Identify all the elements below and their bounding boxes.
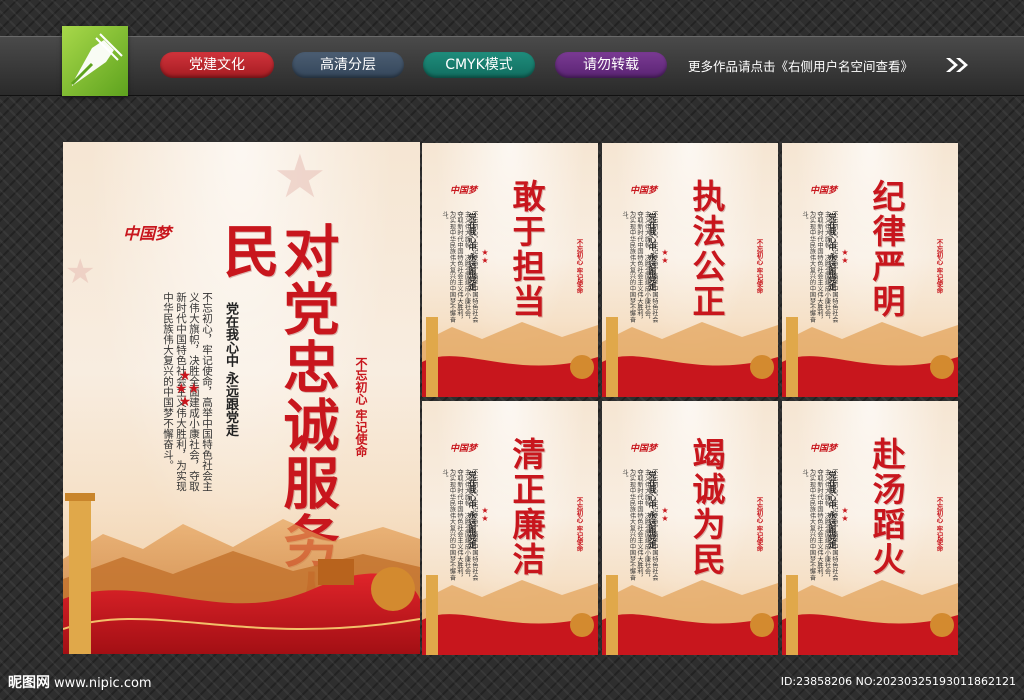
poster-slogan: 党在我心中 永远跟党走 xyxy=(223,302,238,437)
china-dream-logo: 中国梦 xyxy=(123,224,172,243)
great-wall-scene xyxy=(602,575,778,655)
tag-hd-layered[interactable]: 高清分层 xyxy=(292,52,404,78)
poster-small-3: 中国梦 纪律严明 不忘初心，牢记使命，高举中国特色社会主义伟大旗帜，决胜全面建成… xyxy=(782,143,958,397)
poster-small-6: 中国梦 赴汤蹈火 不忘初心，牢记使命，高举中国特色社会主义伟大旗帜，决胜全面建成… xyxy=(782,401,958,655)
double-chevron-right-icon[interactable] xyxy=(944,56,970,74)
poster-motto: 不忘初心 牢记使命 xyxy=(935,239,943,294)
stars-decoration-icon: ★ ★ xyxy=(661,248,669,265)
poster-slogan: 党在我心中 永远跟党走 xyxy=(648,471,657,549)
stars-decoration-icon: ★ ★ xyxy=(841,506,849,523)
background-star-icon: ★ xyxy=(273,142,327,212)
great-wall-scene xyxy=(782,575,958,655)
poster-small-5: 中国梦 竭诚为民 不忘初心，牢记使命，高举中国特色社会主义伟大旗帜，决胜全面建成… xyxy=(602,401,778,655)
great-wall-scene xyxy=(422,317,598,397)
stars-decoration-icon: ★ ★ xyxy=(661,506,669,523)
poster-slogan: 党在我心中 永远跟党走 xyxy=(828,471,837,549)
poster-title: 清正廉洁 xyxy=(507,437,546,577)
poster-slogan: 党在我心中 永远跟党走 xyxy=(828,213,837,291)
watermark-id: ID:23858206 NO:20230325193011862121 xyxy=(780,675,1016,688)
poster-title: 执法公正 xyxy=(687,179,726,319)
poster-motto: 不忘初心 牢记使命 xyxy=(575,497,583,552)
china-dream-logo: 中国梦 xyxy=(630,186,658,196)
china-dream-logo: 中国梦 xyxy=(450,444,478,454)
poster-body-text: 不忘初心，牢记使命，高举中国特色社会主义伟大旗帜，决胜全面建成小康社会，夺取新时… xyxy=(162,292,213,492)
poster-motto: 不忘初心 牢记使命 xyxy=(755,239,763,294)
poster-small-4: 中国梦 清正廉洁 不忘初心，牢记使命，高举中国特色社会主义伟大旗帜，决胜全面建成… xyxy=(422,401,598,655)
china-dream-logo: 中国梦 xyxy=(810,186,838,196)
poster-motto: 不忘初心 牢记使命 xyxy=(575,239,583,294)
tag-cmyk-mode[interactable]: CMYK模式 xyxy=(423,52,535,78)
poster-slogan: 党在我心中 永远跟党走 xyxy=(468,213,477,291)
stars-decoration-icon: ★ ★ xyxy=(481,506,489,523)
poster-motto: 不忘初心 牢记使命 xyxy=(755,497,763,552)
poster-small-2: 中国梦 执法公正 不忘初心，牢记使命，高举中国特色社会主义伟大旗帜，决胜全面建成… xyxy=(602,143,778,397)
pen-nib-logo-icon xyxy=(62,26,128,96)
poster-small-1: 中国梦 敢于担当 不忘初心，牢记使命，高举中国特色社会主义伟大旗帜，决胜全面建成… xyxy=(422,143,598,397)
great-wall-scene xyxy=(602,317,778,397)
more-works-link[interactable]: 更多作品请点击《右侧用户名空间查看》 xyxy=(688,56,913,75)
poster-title: 敢于担当 xyxy=(507,179,546,319)
china-dream-logo: 中国梦 xyxy=(810,444,838,454)
great-wall-scene xyxy=(782,317,958,397)
great-wall-scene xyxy=(63,493,420,654)
poster-slogan: 党在我心中 永远跟党走 xyxy=(468,471,477,549)
watermark-brand: 昵图网 www.nipic.com xyxy=(8,672,152,692)
stars-decoration-icon: ★ ★★ ★ xyxy=(175,368,201,410)
poster-title: 竭诚为民 xyxy=(687,437,726,577)
poster-main: ★ ★ 中国梦 对党忠诚服务人民 不忘初心，牢记使命，高举中国特色社会主义伟大旗… xyxy=(63,142,420,654)
china-dream-logo: 中国梦 xyxy=(450,186,478,196)
stars-decoration-icon: ★ ★ xyxy=(481,248,489,265)
poster-slogan: 党在我心中 永远跟党走 xyxy=(648,213,657,291)
tag-no-repost[interactable]: 请勿转载 xyxy=(555,52,667,78)
stars-decoration-icon: ★ ★ xyxy=(841,248,849,265)
poster-motto: 不忘初心 牢记使命 xyxy=(935,497,943,552)
china-dream-logo: 中国梦 xyxy=(630,444,658,454)
poster-title: 赴汤蹈火 xyxy=(867,437,906,577)
poster-motto: 不忘初心 牢记使命 xyxy=(354,357,368,458)
background-star-icon: ★ xyxy=(65,252,96,292)
watermark-site: www.nipic.com xyxy=(54,676,152,691)
great-wall-scene xyxy=(422,575,598,655)
tag-party-culture[interactable]: 党建文化 xyxy=(160,52,274,78)
watermark-brand-name: 昵图网 xyxy=(8,675,50,691)
poster-title: 纪律严明 xyxy=(867,179,906,319)
